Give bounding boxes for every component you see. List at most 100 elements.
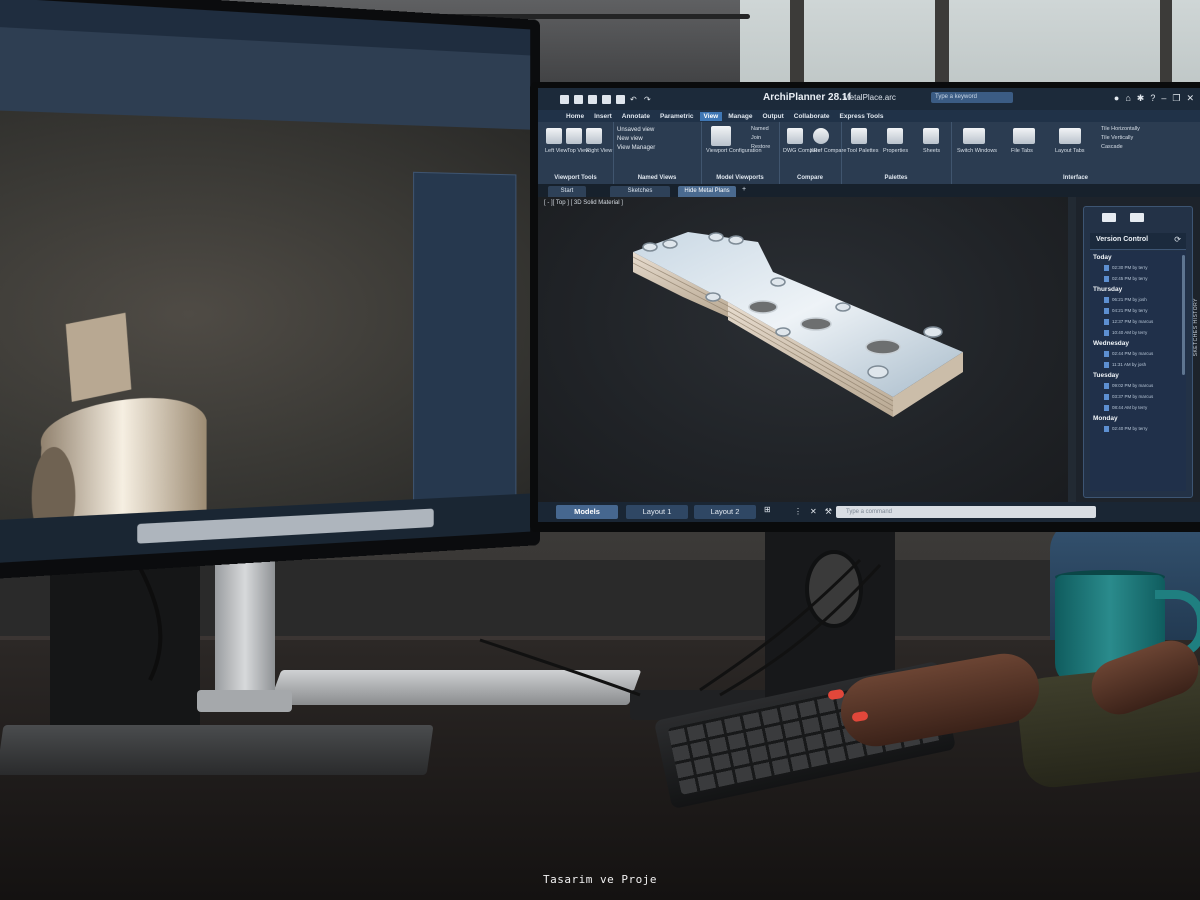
drawing-viewport[interactable]: [ - ][ Top ] [ 3D Solid Material ] — [538, 197, 1068, 502]
command-line-input[interactable]: Type a command — [836, 506, 1096, 518]
tool-palettes-button[interactable] — [851, 128, 867, 144]
print-icon[interactable] — [616, 95, 625, 104]
user-icon[interactable]: ● — [1114, 93, 1119, 103]
view-manager-item[interactable]: View Manager — [617, 144, 697, 153]
version-entry-label: 03:37 PM by marcus — [1112, 394, 1153, 399]
tab-insert[interactable]: Insert — [590, 112, 616, 121]
new-tab-icon[interactable]: + — [742, 186, 746, 193]
version-entry-label: 08:44 AM by terry — [1112, 405, 1147, 410]
tab-output[interactable]: Output — [758, 112, 787, 121]
refresh-icon[interactable]: ⟳ — [1174, 235, 1181, 244]
navigation-bar[interactable] — [1068, 197, 1076, 502]
file-icon — [1104, 405, 1109, 411]
restore-item[interactable]: Restore — [751, 144, 770, 150]
properties-label: Properties — [883, 148, 908, 154]
version-control-title: Version Control — [1096, 236, 1148, 243]
xref-compare-button[interactable] — [813, 128, 829, 144]
tab-express-tools[interactable]: Express Tools — [836, 112, 888, 121]
tab-models[interactable]: Models — [556, 505, 618, 519]
left-view-button[interactable] — [546, 128, 562, 144]
version-entry[interactable]: 02:45 PM by terry — [1104, 274, 1186, 283]
new-view-item[interactable]: New view — [617, 135, 697, 144]
file-icon — [1104, 319, 1109, 325]
join-item[interactable]: Join — [751, 135, 761, 141]
settings-icon[interactable]: ✱ — [1137, 93, 1145, 103]
user-icon[interactable] — [1130, 213, 1144, 222]
version-list-scrollbar[interactable] — [1182, 255, 1185, 375]
photo-scene: ↶ ↷ ArchiPlanner 28.1f MetalPlace.arc Ty… — [0, 0, 1200, 900]
version-entry-label: 11:31 AM by josh — [1112, 362, 1146, 367]
ribbon-tabs: Home Insert Annotate Parametric View Man… — [538, 110, 1200, 122]
version-entry[interactable]: 03:37 PM by marcus — [1104, 392, 1186, 401]
tab-layout-2[interactable]: Layout 2 — [694, 505, 756, 519]
tab-home[interactable]: Home — [562, 112, 588, 121]
add-layout-icon[interactable]: ⊞ — [764, 505, 771, 514]
redo-icon[interactable]: ↷ — [644, 95, 653, 104]
tile-horizontally-item[interactable]: Tile Horizontally — [1101, 126, 1140, 132]
save-icon[interactable] — [588, 95, 597, 104]
file-icon — [1104, 362, 1109, 368]
file-icon — [1104, 426, 1109, 432]
cart-icon[interactable]: ⌂ — [1125, 93, 1130, 103]
file-tabs-button[interactable] — [1013, 128, 1035, 144]
grip-icon: ⋮ — [794, 506, 802, 518]
sketches-history-tab[interactable]: SKETCHES HISTORY — [1193, 298, 1199, 356]
version-list[interactable]: Today 02:30 PM by terry 02:45 PM by terr… — [1090, 251, 1186, 491]
right-view-button[interactable] — [586, 128, 602, 144]
close-command-icon[interactable]: ✕ — [810, 506, 817, 518]
doc-tab-start[interactable]: Start — [548, 186, 586, 197]
minimize-icon[interactable]: – — [1161, 93, 1166, 103]
close-icon[interactable]: ✕ — [1186, 93, 1194, 103]
version-entry[interactable]: 08:44 AM by terry — [1104, 403, 1186, 412]
tab-view[interactable]: View — [700, 112, 723, 121]
doc-tab-sketches[interactable]: Sketches — [610, 186, 670, 197]
save-as-icon[interactable] — [602, 95, 611, 104]
open-file-icon[interactable] — [574, 95, 583, 104]
group-label: Compare — [779, 175, 841, 181]
document-tabs: Start Sketches Hide Metal Plans + — [538, 184, 1200, 197]
quick-access-toolbar[interactable]: ↶ ↷ — [560, 95, 653, 104]
sheets-button[interactable] — [923, 128, 939, 144]
tab-layout-1[interactable]: Layout 1 — [626, 505, 688, 519]
version-entry-label: 09:02 PM by marcus — [1112, 383, 1153, 388]
doc-tab-metal-plans[interactable]: Hide Metal Plans — [678, 186, 736, 197]
properties-button[interactable] — [887, 128, 903, 144]
version-entry[interactable]: 02:30 PM by terry — [1104, 263, 1186, 272]
version-entry[interactable]: 06:21 PM by josh — [1104, 295, 1186, 304]
version-control-panel: Version Control ⟳ Today 02:30 PM by terr… — [1083, 206, 1193, 498]
version-entry[interactable]: 02:40 PM by terry — [1104, 424, 1186, 433]
tab-annotate[interactable]: Annotate — [618, 112, 654, 121]
dwg-compare-button[interactable] — [787, 128, 803, 144]
tab-manage[interactable]: Manage — [724, 112, 756, 121]
undo-icon[interactable]: ↶ — [630, 95, 639, 104]
version-entry[interactable]: 12:37 PM by marcus — [1104, 317, 1186, 326]
metal-plate-model[interactable] — [628, 232, 968, 432]
mail-icon[interactable] — [1102, 213, 1116, 222]
group-named-views: Unsaved view New view View Manager Named… — [613, 122, 702, 184]
version-entry[interactable]: 02:44 PM by marcus — [1104, 349, 1186, 358]
switch-windows-button[interactable] — [963, 128, 985, 144]
unsaved-view-item[interactable]: Unsaved view — [617, 126, 697, 135]
viewport-configuration-button[interactable] — [711, 126, 731, 146]
top-view-button[interactable] — [566, 128, 582, 144]
tab-parametric[interactable]: Parametric — [656, 112, 698, 121]
version-entry[interactable]: 04:21 PM by terry — [1104, 306, 1186, 315]
search-input[interactable]: Type a keyword — [931, 92, 1013, 103]
new-file-icon[interactable] — [560, 95, 569, 104]
tab-collaborate[interactable]: Collaborate — [790, 112, 834, 121]
file-icon — [1104, 297, 1109, 303]
tile-vertically-item[interactable]: Tile Vertically — [1101, 135, 1133, 141]
cascade-item[interactable]: Cascade — [1101, 144, 1123, 150]
version-entry[interactable]: 09:02 PM by marcus — [1104, 381, 1186, 390]
group-label: Viewport Tools — [538, 175, 613, 181]
restore-icon[interactable]: ❐ — [1172, 93, 1180, 103]
layout-tabs-button[interactable] — [1059, 128, 1081, 144]
help-icon[interactable]: ? — [1150, 93, 1155, 103]
viewport-controls[interactable]: [ - ][ Top ] [ 3D Solid Material ] — [544, 200, 623, 206]
version-entry[interactable]: 10:40 AM by terry — [1104, 328, 1186, 337]
day-heading: Monday — [1093, 415, 1186, 422]
named-item[interactable]: Named — [751, 126, 769, 132]
cad-app-window: ↶ ↷ ArchiPlanner 28.1f MetalPlace.arc Ty… — [538, 88, 1200, 522]
version-entry[interactable]: 11:31 AM by josh — [1104, 360, 1186, 369]
wrench-icon[interactable]: ⚒ — [825, 506, 832, 518]
